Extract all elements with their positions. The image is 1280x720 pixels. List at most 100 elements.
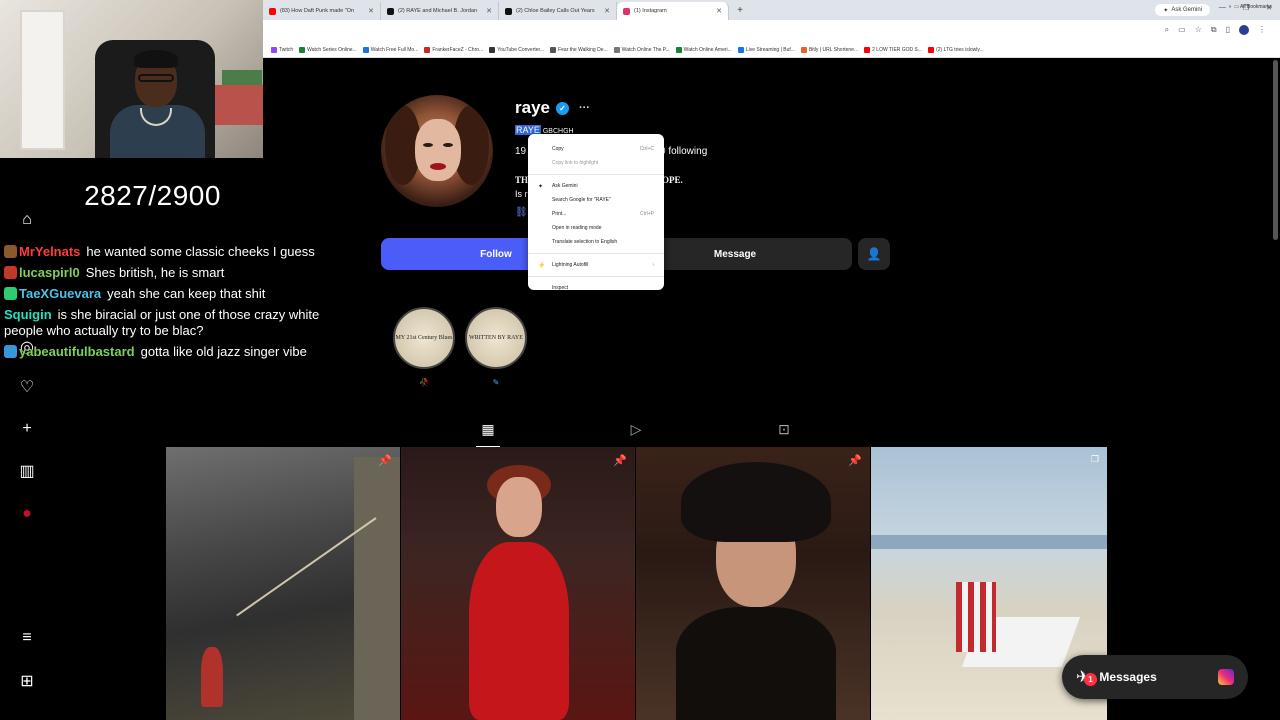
cast-icon[interactable]: ▭ xyxy=(1178,25,1186,35)
browser-tab-2[interactable]: (2) RAYE and Michael B. Jordan ✕ xyxy=(381,2,499,20)
context-menu-label: Copy link to highlight xyxy=(552,160,599,166)
ask-gemini-button[interactable]: ✦ Ask Gemini xyxy=(1155,4,1210,16)
bio-line1-right: OPE. xyxy=(662,175,683,185)
tab-posts-grid-icon[interactable]: ▦ xyxy=(478,420,498,438)
bio-line1-left: TH xyxy=(515,175,529,185)
messages-button[interactable]: ✈ 1 Messages xyxy=(1062,655,1248,699)
browser-tab-4[interactable]: (1) Instagram ✕ xyxy=(617,2,729,20)
highlight-1-text: MY 21st Century Blues xyxy=(395,334,453,341)
page-scrollbar[interactable] xyxy=(1273,60,1278,240)
tab-close-icon[interactable]: ✕ xyxy=(716,7,722,15)
bookmark-item[interactable]: Bitly | URL Shortene... xyxy=(800,46,859,53)
browser-tab-3[interactable]: (2) Chloe Bailey Calls Out Years ✕ xyxy=(499,2,617,20)
context-menu-item[interactable]: Search Google for "RAYE" xyxy=(528,193,664,207)
chat-username[interactable]: yabeautifulbastard xyxy=(19,344,135,359)
bookmark-item[interactable]: Live Streaming | Buf... xyxy=(737,46,795,53)
context-menu-shortcut: Ctrl+P xyxy=(639,211,654,217)
chat-username[interactable]: TaeXGuevara xyxy=(19,286,101,301)
bookmark-favicon-icon xyxy=(613,46,620,53)
suggested-users-icon[interactable]: 👤 xyxy=(858,238,890,270)
screen: (83) How Daft Punk made "On ✕ (2) RAYE and… xyxy=(0,0,1280,720)
chat-username[interactable]: MrYelnats xyxy=(19,244,80,259)
bookmark-item[interactable]: Watch Online The P... xyxy=(613,46,670,53)
context-menu-item[interactable]: Copy link to highlight xyxy=(528,156,664,170)
notifications-heart-icon[interactable]: ♡ xyxy=(17,377,37,397)
bio-link-icon[interactable]: ⛓ xyxy=(515,207,528,218)
browser-menu-icon[interactable]: ⋮ xyxy=(1258,25,1266,35)
chat-message: MrYelnats he wanted some classic cheeks I… xyxy=(4,244,326,260)
context-menu-inspect[interactable]: Inspect xyxy=(528,281,664,295)
bookmark-label: 2 LOW TIER GOD S... xyxy=(872,46,923,53)
bookmark-favicon-icon xyxy=(800,46,807,53)
chat-text: yeah she can keep that shit xyxy=(107,286,266,301)
new-tab-icon[interactable]: + xyxy=(733,5,747,16)
bookmark-label: (2) LTG tries islowly... xyxy=(936,46,984,53)
bookmark-item[interactable]: Watch Online Ameri... xyxy=(675,46,732,53)
dashboard-icon[interactable]: ▥ xyxy=(17,461,37,481)
zoom-icon[interactable]: ⌕ xyxy=(1165,25,1169,35)
story-highlight-2[interactable]: WRITTEN BY RAYE xyxy=(465,307,527,369)
menu-hamburger-icon[interactable]: ≡ xyxy=(17,628,37,648)
sidepanel-icon[interactable]: ▯ xyxy=(1226,25,1230,35)
chat-username[interactable]: lucaspirl0 xyxy=(19,265,80,280)
streamer-webcam xyxy=(0,0,263,158)
also-from-meta-icon[interactable]: ⊞ xyxy=(17,671,37,691)
pinned-icon: 📌 xyxy=(848,455,862,467)
tab-reels-icon[interactable]: ▷ xyxy=(626,420,646,438)
tab-close-icon[interactable]: ✕ xyxy=(368,7,374,15)
context-menu-item[interactable]: Translate selection to English xyxy=(528,235,664,249)
post-thumbnail-3[interactable]: 📌 xyxy=(636,447,870,720)
address-bar[interactable]: ⌕ ▭ ☆ ⧉ ▯ ⋮ xyxy=(263,20,1280,42)
extensions-icon[interactable]: ⧉ xyxy=(1211,25,1217,35)
options-more-icon[interactable]: ··· xyxy=(579,102,590,114)
bookmark-item[interactable]: Twitch xyxy=(271,46,294,53)
bookmark-label: Twitch xyxy=(279,46,294,53)
create-plus-icon[interactable]: + xyxy=(17,419,37,439)
chat-username[interactable]: Squigin xyxy=(4,307,52,322)
post-1-wall xyxy=(354,457,400,720)
context-menu-label: Ask Gemini xyxy=(552,183,578,189)
all-bookmarks-label: All Bookmarks xyxy=(1240,4,1272,10)
context-menu-item[interactable]: ✦ Ask Gemini xyxy=(528,179,664,193)
tab-close-icon[interactable]: ✕ xyxy=(486,7,492,15)
context-menu-item[interactable]: Print... Ctrl+P xyxy=(528,207,664,221)
bookmarks-bar: Twitch Watch Series Online... Watch Free F… xyxy=(263,42,1280,58)
bookmark-item[interactable]: FrankerFaceZ - Chro... xyxy=(424,46,483,53)
tab-tagged-icon[interactable]: ⊡ xyxy=(774,420,794,438)
profile-nav-icon[interactable]: ● xyxy=(17,504,37,524)
browser-tab-1[interactable]: (83) How Daft Punk made "On ✕ xyxy=(263,2,381,20)
bookmark-item[interactable]: Watch Series Online... xyxy=(299,46,357,53)
bookmark-item[interactable]: Fear the Walking De... xyxy=(550,46,608,53)
bookmark-star-icon[interactable]: ☆ xyxy=(1195,25,1202,35)
webcam-glasses xyxy=(138,74,174,82)
home-icon[interactable]: ⌂ xyxy=(17,210,37,230)
context-menu-lightning-autofill[interactable]: ⚡ Lightning Autofill › xyxy=(528,258,664,272)
highlight-2-caption-icon: ✎ xyxy=(492,378,500,387)
context-menu-item[interactable]: Copy Ctrl+C xyxy=(528,142,664,156)
all-bookmarks[interactable]: » ▭ All Bookmarks xyxy=(1229,4,1272,10)
bookmark-item[interactable]: YouTube Converter... xyxy=(489,46,544,53)
post-thumbnail-2[interactable]: 📌 xyxy=(401,447,635,720)
profile-stats-posts[interactable]: 19 xyxy=(515,146,526,157)
instagram-logo-icon xyxy=(1218,669,1234,685)
chat-badge-icon xyxy=(4,245,17,258)
context-menu-label: Translate selection to English xyxy=(552,239,618,245)
bookmark-item[interactable]: 2 LOW TIER GOD S... xyxy=(864,46,923,53)
context-menu-separator xyxy=(528,174,664,175)
context-menu-item[interactable]: Open in reading mode xyxy=(528,221,664,235)
bookmark-favicon-icon xyxy=(489,46,496,53)
post-4-sea xyxy=(871,535,1107,549)
pinned-icon: 📌 xyxy=(613,455,627,467)
bookmark-label: Bitly | URL Shortene... xyxy=(808,46,859,53)
avatar-eye-right xyxy=(443,143,453,147)
story-highlight-1[interactable]: MY 21st Century Blues xyxy=(393,307,455,369)
bookmark-item[interactable]: (2) LTG tries islowly... xyxy=(928,46,984,53)
bookmark-item[interactable]: Watch Free Full Mo... xyxy=(362,46,418,53)
tab-close-icon[interactable]: ✕ xyxy=(604,7,610,15)
minimize-icon[interactable]: — xyxy=(1219,4,1226,12)
profile-avatar[interactable] xyxy=(381,95,493,207)
profile-avatar-icon[interactable] xyxy=(1239,25,1249,35)
bookmark-favicon-icon xyxy=(362,46,369,53)
post-thumbnail-1[interactable]: 📌 xyxy=(166,447,400,720)
profile-stats-following[interactable]: 0 following xyxy=(660,146,707,157)
